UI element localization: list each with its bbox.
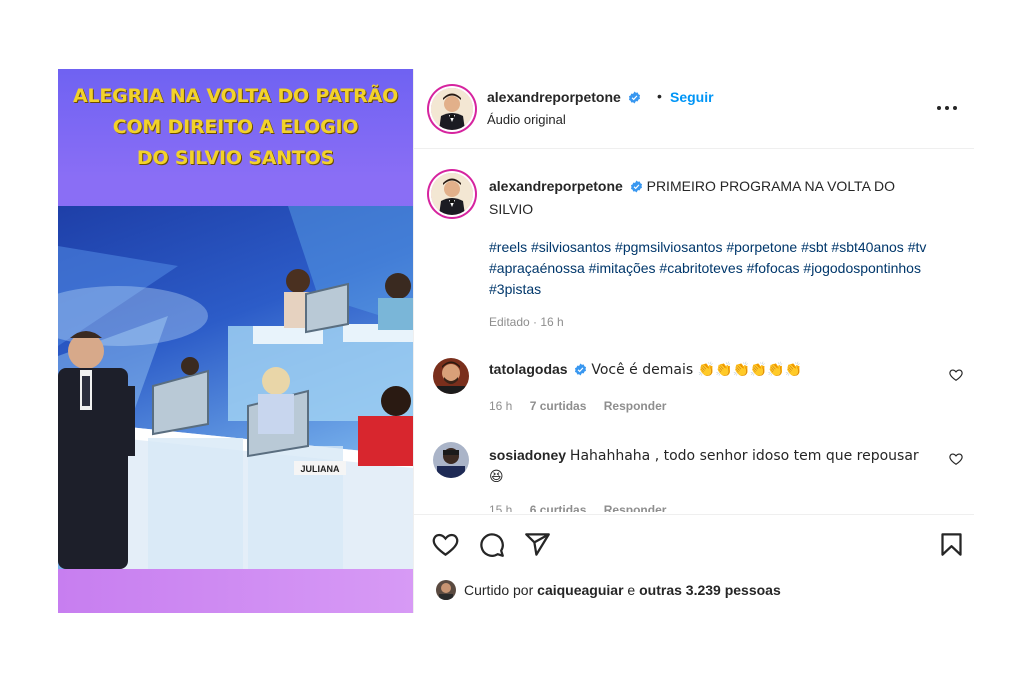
likes-prefix: Curtido por <box>464 582 534 598</box>
caption-username[interactable]: alexandreporpetone <box>489 178 623 194</box>
comment: sosiadoney Hahahhaha , todo senhor idoso… <box>489 445 929 487</box>
caption-author-avatar[interactable] <box>431 173 473 215</box>
nameplate-text: JULIANA <box>300 464 340 474</box>
verified-badge-icon <box>630 178 643 199</box>
reply-button[interactable]: Responder <box>604 503 667 512</box>
comment-likes[interactable]: 6 curtidas <box>530 503 587 512</box>
actions-divider <box>414 514 974 515</box>
comment-time: 16 h <box>489 399 513 413</box>
comment-like-icon[interactable] <box>949 452 963 471</box>
comment-username[interactable]: sosiadoney <box>489 447 566 463</box>
comment-time: 15 h <box>489 503 513 512</box>
header-divider <box>414 148 974 149</box>
liker-avatar[interactable] <box>436 580 456 600</box>
comment: tatolagodas Você é demais 👏👏👏👏👏👏 <box>489 361 929 379</box>
comment-like-icon[interactable] <box>949 368 963 387</box>
share-icon[interactable] <box>524 531 551 558</box>
comment-avatar[interactable] <box>433 442 469 478</box>
caption-line: DO SILVIO SANTOS <box>136 147 335 169</box>
post-caption: alexandreporpetone PRIMEIRO PROGRAMA NA … <box>489 176 939 220</box>
caption-hashtags[interactable]: #reels #silviosantos #pgmsilviosantos #p… <box>489 237 969 300</box>
caption-line: COM DIREITO A ELOGIO <box>112 116 359 138</box>
author-avatar[interactable] <box>431 88 473 130</box>
comment-icon[interactable] <box>478 531 505 558</box>
likes-summary: Curtido por caiqueaguiar e outras 3.239 … <box>464 582 781 598</box>
comment-avatar[interactable] <box>433 358 469 394</box>
save-icon[interactable] <box>938 531 965 558</box>
audio-label[interactable]: Áudio original <box>487 112 566 127</box>
author-username[interactable]: alexandreporpetone <box>487 89 621 105</box>
like-icon[interactable] <box>432 531 459 558</box>
video-caption-overlay: ALEGRIA NA VOLTA DO PATRÃO COM DIREITO A… <box>58 81 413 174</box>
video-bottom-band <box>58 569 413 613</box>
likes-count[interactable]: e outras 3.239 pessoas <box>627 582 780 598</box>
follow-button[interactable]: Seguir <box>670 89 714 105</box>
reply-button[interactable]: Responder <box>604 399 667 413</box>
caption-line: ALEGRIA NA VOLTA DO PATRÃO <box>72 85 399 107</box>
separator-dot: • <box>657 88 662 104</box>
reel-video[interactable]: ALEGRIA NA VOLTA DO PATRÃO COM DIREITO A… <box>58 69 413 613</box>
verified-badge-icon <box>628 91 641 109</box>
comment-username[interactable]: tatolagodas <box>489 361 568 377</box>
more-options-icon[interactable] <box>936 97 958 124</box>
comment-text: Você é demais 👏👏👏👏👏👏 <box>591 362 803 378</box>
comment-meta: 16 h 7 curtidas Responder <box>489 399 680 413</box>
edited-timestamp: Editado · 16 h <box>489 315 564 329</box>
video-frame: JULIANA <box>58 206 413 569</box>
verified-badge-icon <box>574 363 587 379</box>
comment-likes[interactable]: 7 curtidas <box>530 399 587 413</box>
panel-divider <box>413 69 414 613</box>
comment-meta: 15 h 6 curtidas Responder <box>489 503 680 512</box>
liker-username[interactable]: caiqueaguiar <box>537 582 623 598</box>
author-username-row: alexandreporpetone <box>487 89 641 109</box>
studio-scene-image: JULIANA <box>58 206 413 569</box>
